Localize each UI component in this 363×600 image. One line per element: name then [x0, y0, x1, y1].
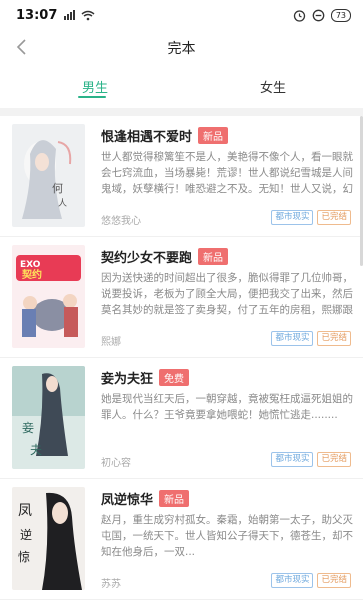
battery-indicator: 73	[330, 8, 351, 22]
free-badge: 免费	[159, 369, 190, 386]
status-bar: 13:07 73	[0, 0, 363, 28]
genre-tag: 都市现实	[271, 331, 314, 346]
book-item[interactable]: EXO 契约 契约少女不要跑 新品 因为送快递的时间超出了很多，脆似得罪了几位帅哥…	[0, 237, 363, 358]
svg-text:惊: 惊	[18, 549, 30, 564]
book-title: 妾为夫狂 免费	[101, 368, 190, 387]
status-tag: 已完结	[317, 573, 351, 588]
svg-text:逆: 逆	[20, 527, 32, 542]
book-author: 悠悠我心	[101, 216, 141, 227]
book-description: 世人都觉得穆篱笙不是人，美艳得不像个人，看一眼就会七窍流血，当场暴毙！荒谬！世人…	[101, 151, 353, 195]
book-author: 苏苏	[101, 579, 121, 590]
book-description: 她是现代当红天后，一朝穿越，竟被冤枉成逼死姐姐的罪人。什么？王爷竟要拿她喂蛇！她…	[101, 393, 353, 421]
book-title-text: 契约少女不要跑	[101, 251, 193, 266]
status-tag: 已完结	[317, 331, 351, 346]
status-time: 13:07	[16, 8, 58, 23]
book-title: 凤逆惊华 新品	[101, 489, 190, 508]
book-title-text: 妾为夫狂	[101, 372, 154, 387]
tab-active-indicator	[78, 96, 106, 98]
genre-tag: 都市现实	[271, 573, 314, 588]
book-author: 初心容	[101, 458, 131, 469]
book-item[interactable]: 妾 夫 妾为夫狂 免费 她是现代当红天后，一朝穿越，竟被冤枉成逼死姐姐的罪人。什么…	[0, 358, 363, 479]
alarm-icon	[293, 9, 305, 22]
book-title: 恨逢相遇不爱时 新品	[101, 126, 229, 145]
new-badge: 新品	[198, 127, 229, 144]
book-cover-image: 凤 逆 惊	[12, 487, 85, 590]
status-tag: 已完结	[317, 210, 351, 225]
svg-text:妾: 妾	[22, 420, 34, 435]
book-description: 因为送快递的时间超出了很多，脆似得罪了几位帅哥，说要投诉，老板为了顾全大局，便把…	[101, 272, 353, 316]
book-description: 赵月，重生成穷村孤女。秦霜，始朝第一太子，助父灭屯国，一统天下。世人皆知公子得天…	[101, 514, 353, 558]
dnd-icon	[312, 9, 325, 21]
new-badge: 新品	[198, 248, 229, 265]
book-cover-image: 妾 夫	[12, 366, 85, 469]
book-title-text: 恨逢相遇不爱时	[101, 130, 193, 145]
svg-text:何: 何	[52, 182, 63, 195]
signal-wifi-icons	[64, 10, 95, 21]
section-divider	[0, 108, 363, 116]
book-author: 熙娜	[101, 337, 121, 348]
status-tag: 已完结	[317, 452, 351, 467]
svg-text:凤: 凤	[18, 503, 32, 519]
book-title-text: 凤逆惊华	[101, 493, 154, 508]
book-item[interactable]: 凤 逆 惊 凤逆惊华 新品 赵月，重生成穷村孤女。秦霜，始朝第一太子，助父灭屯国，…	[0, 479, 363, 600]
svg-text:契约: 契约	[22, 268, 42, 281]
tab-bar: 男生 女生	[0, 66, 363, 108]
svg-text:EXO: EXO	[20, 260, 41, 270]
book-item[interactable]: 何 人 恨逢相遇不爱时 新品 世人都觉得穆篱笙不是人，美艳得不像个人，看一眼就会七…	[0, 116, 363, 237]
nav-bar: 完本	[0, 28, 363, 66]
new-badge: 新品	[159, 490, 190, 507]
genre-tag: 都市现实	[271, 210, 314, 225]
book-cover-image: EXO 契约	[12, 245, 85, 348]
book-title: 契约少女不要跑 新品	[101, 247, 229, 266]
tab-male[interactable]: 男生	[82, 77, 108, 96]
genre-tag: 都市现实	[271, 452, 314, 467]
tab-female[interactable]: 女生	[260, 77, 286, 96]
svg-text:人: 人	[58, 198, 67, 209]
book-list: 何 人 恨逢相遇不爱时 新品 世人都觉得穆篱笙不是人，美艳得不像个人，看一眼就会七…	[0, 116, 363, 600]
book-cover-image: 何 人	[12, 124, 85, 227]
svg-text:夫: 夫	[30, 443, 42, 457]
page-title: 完本	[167, 41, 196, 57]
